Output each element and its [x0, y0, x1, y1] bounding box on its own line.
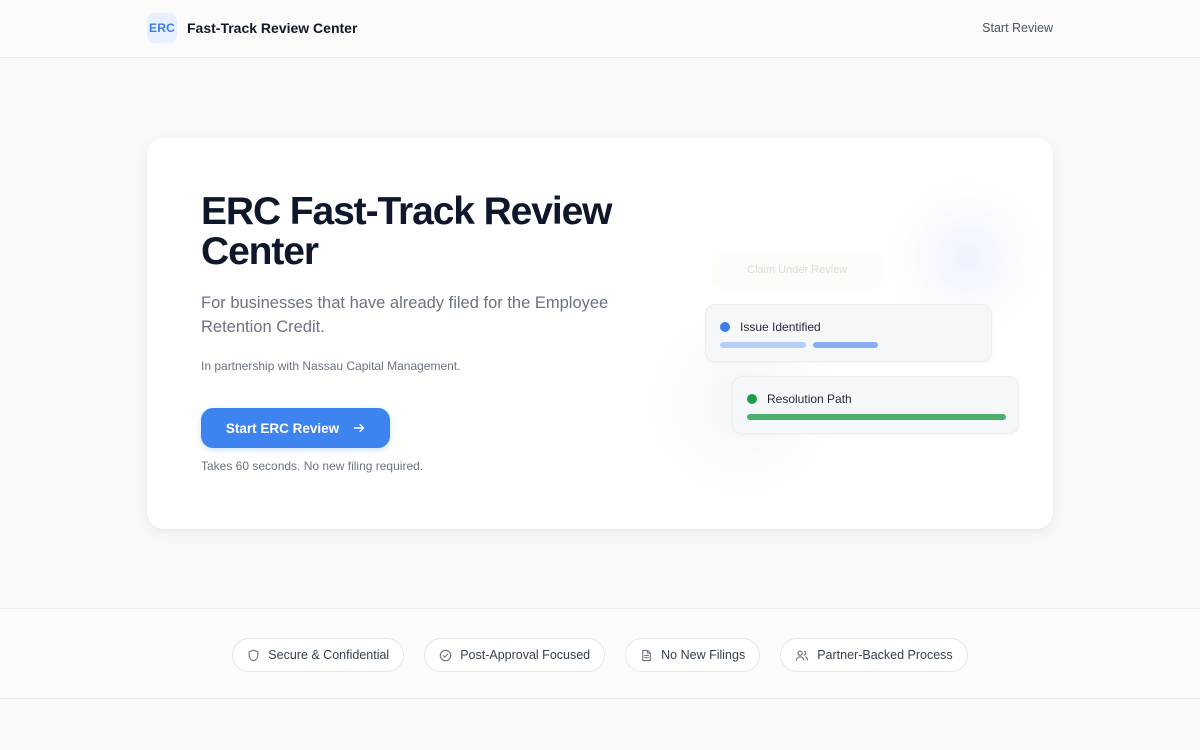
feature-pill-post-approval: Post-Approval Focused [424, 638, 606, 672]
resolution-path-label: Resolution Path [767, 392, 852, 406]
top-navigation-bar: ERC Fast-Track Review Center Start Revie… [0, 0, 1200, 58]
progress-bar-segment [813, 342, 878, 348]
brand-logo-badge: ERC [147, 13, 177, 43]
shield-icon [248, 649, 259, 661]
feature-label: Post-Approval Focused [460, 648, 591, 662]
hero-subtitle: For businesses that have already filed f… [201, 294, 609, 336]
feature-pill-partner-backed: Partner-Backed Process [780, 638, 968, 672]
issue-identified-label: Issue Identified [740, 320, 821, 334]
claim-under-review-label: Claim Under Review [747, 264, 848, 276]
partner-note: In partnership with Nassau Capital Manag… [201, 359, 461, 373]
progress-bar [747, 414, 1006, 420]
start-review-link[interactable]: Start Review [982, 21, 1053, 35]
brand-title: Fast-Track Review Center [187, 20, 358, 36]
hero-card: ERC Fast-Track Review Center For busines… [147, 138, 1053, 529]
feature-label: Secure & Confidential [268, 648, 390, 662]
claim-under-review-card: Claim Under Review [712, 253, 882, 289]
feature-label: No New Filings [661, 648, 746, 662]
check-circle-icon [439, 649, 452, 661]
progress-bar-segment [720, 342, 806, 348]
feature-label: Partner-Backed Process [817, 648, 953, 662]
status-dot-icon [720, 322, 730, 332]
users-icon [796, 649, 809, 661]
feature-pill-no-filings: No New Filings [625, 638, 761, 672]
issue-identified-card: Issue Identified [705, 304, 992, 362]
feature-pill-row: Secure & Confidential Post-Approval Focu… [0, 638, 1200, 672]
cta-label: Start ERC Review [225, 420, 340, 436]
hero-title: ERC Fast-Track Review Center [201, 190, 613, 273]
arrow-right-icon [353, 422, 365, 434]
status-dot-icon [747, 394, 757, 404]
start-erc-review-button[interactable]: Start ERC Review [201, 408, 390, 448]
document-icon [642, 649, 651, 661]
feature-pill-secure: Secure & Confidential [232, 638, 405, 672]
brand[interactable]: ERC Fast-Track Review Center [147, 13, 357, 43]
resolution-path-card: Resolution Path [732, 376, 1019, 434]
feature-strip: Secure & Confidential Post-Approval Focu… [0, 608, 1200, 699]
cta-note: Takes 60 seconds. No new filing required… [201, 459, 424, 473]
